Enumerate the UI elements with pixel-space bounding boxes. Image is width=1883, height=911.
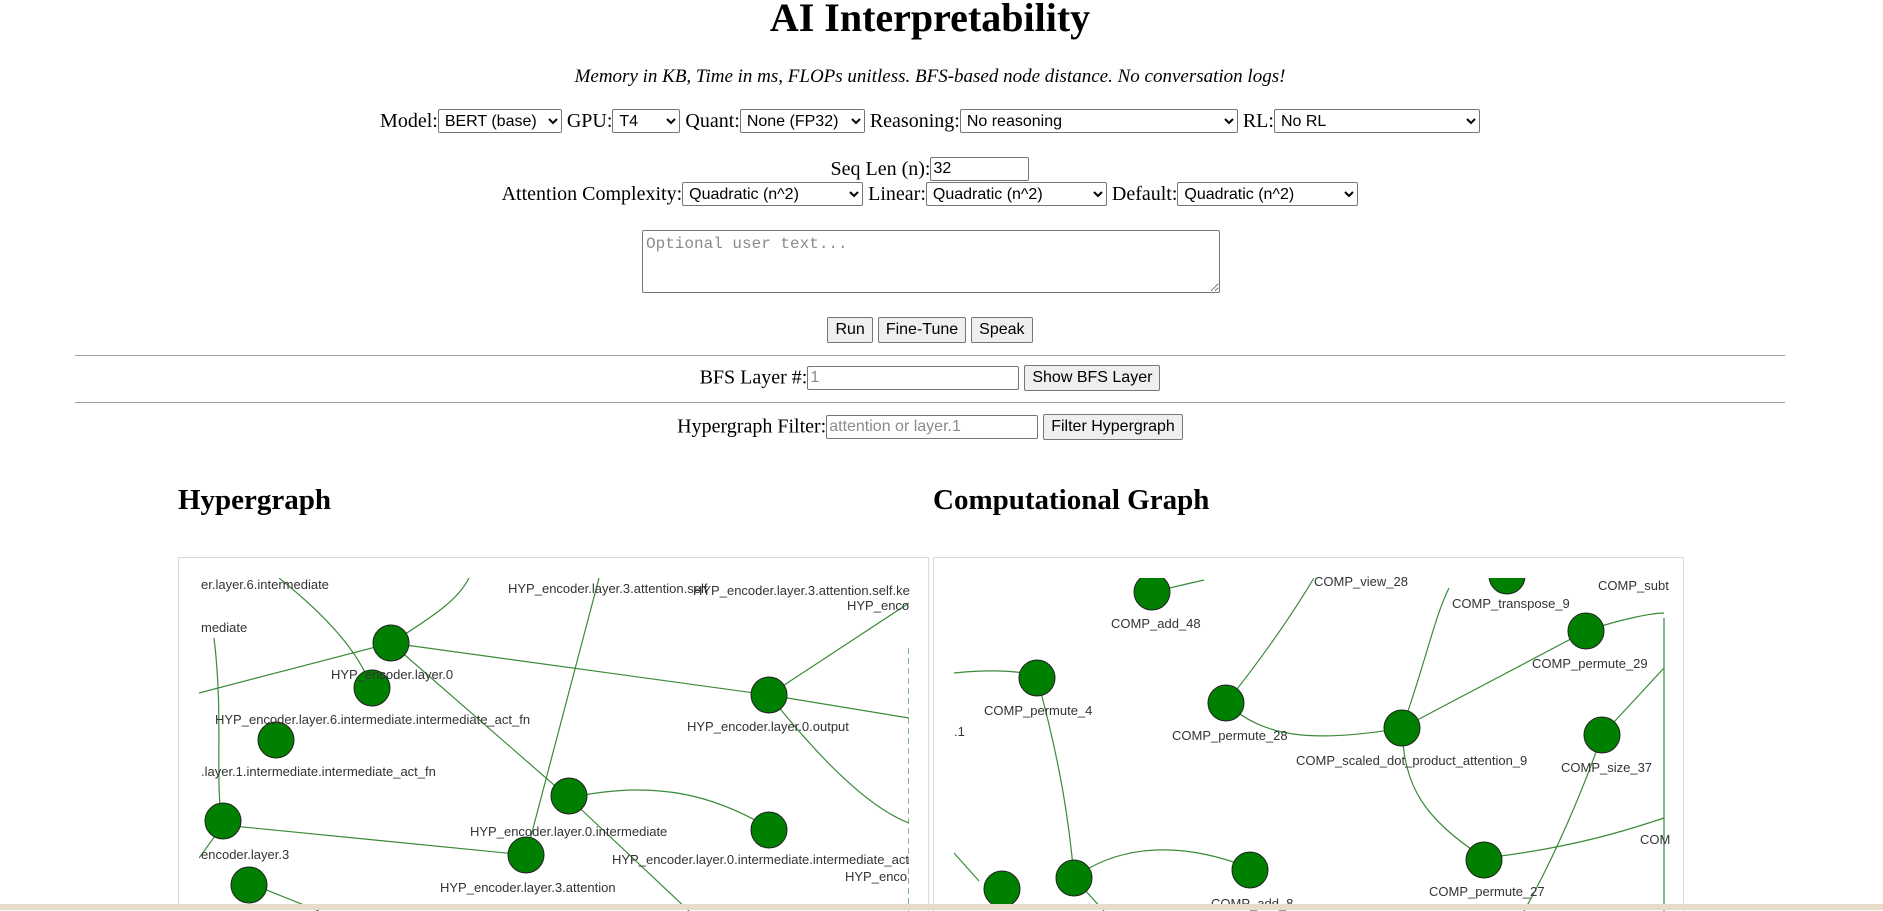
node-label: COMP_scaled_dot_product_attention_9 — [1296, 753, 1527, 768]
hypergraph-node[interactable] — [204, 802, 242, 840]
node-label: COM — [1640, 832, 1670, 847]
node-label: COMP_permute_27 — [1429, 884, 1545, 899]
rl-label: RL: — [1242, 109, 1274, 132]
hypergraph-node[interactable] — [372, 624, 410, 662]
linear-complexity-select[interactable]: Quadratic (n^2) — [925, 182, 1107, 207]
gpu-label: GPU: — [566, 109, 613, 132]
node-label: HYP_encoder.layer.0.intermediate — [470, 824, 667, 839]
hypergraph-node[interactable] — [750, 811, 788, 849]
linear-label: Linear: — [868, 182, 926, 205]
comp-node[interactable] — [1207, 684, 1245, 722]
bfs-row: BFS Layer #: Show BFS Layer — [0, 365, 1860, 391]
page-title: AI Interpretability — [769, 0, 1091, 40]
node-label: encoder.layer.3 — [201, 847, 289, 862]
node-label: COMP_permute_29 — [1532, 656, 1648, 671]
quant-select[interactable]: None (FP32) — [739, 109, 865, 134]
comp-node[interactable] — [983, 870, 1021, 908]
computational-graph-heading: Computational Graph — [933, 484, 1210, 516]
hypergraph-heading: Hypergraph — [178, 484, 332, 516]
bfs-layer-input[interactable] — [807, 366, 1020, 390]
node-label: HYP_enco — [847, 598, 909, 613]
node-label: COMP_permute_28 — [1172, 728, 1288, 743]
node-label: COMP_add_48 — [1111, 616, 1201, 631]
node-label: HYP_encoder.layer.0.intermediate.interme… — [612, 852, 909, 867]
complexity-row: Attention Complexity: Quadratic (n^2) Lin… — [0, 182, 1860, 207]
comp-node[interactable] — [1567, 612, 1605, 650]
node-label: HYP_encoder.layer.3.attention.self.ke — [693, 583, 910, 598]
model-options-row: Model: BERT (base) GPU: T4 Quant: None (FP3… — [0, 109, 1860, 134]
reasoning-select[interactable]: No reasoning — [959, 109, 1238, 134]
comp-node[interactable] — [1055, 859, 1093, 897]
computational-graph-edges — [954, 578, 1665, 911]
reasoning-label: Reasoning: — [869, 109, 960, 132]
divider — [75, 355, 1785, 356]
hypergraph-filter-input[interactable] — [826, 415, 1039, 439]
speak-button[interactable]: Speak — [971, 317, 1033, 343]
filter-hypergraph-button[interactable]: Filter Hypergraph — [1043, 414, 1183, 440]
divider — [75, 402, 1785, 403]
node-label: COMP_transpose_9 — [1452, 596, 1570, 611]
node-label: HYP_encoder.layer.3.attention.self — [508, 581, 708, 596]
node-label: mediate — [201, 620, 247, 635]
run-button[interactable]: Run — [827, 317, 873, 343]
seqlen-row: Seq Len (n): — [0, 157, 1860, 182]
hypergraph-panel[interactable]: er.layer.6.intermediate mediate HYP_enco… — [178, 557, 929, 911]
node-label: HYP_encoder.layer.6.intermediate.interme… — [215, 712, 530, 727]
node-label: HYP_encoder.layer.0 — [331, 667, 453, 682]
fine-tune-button[interactable]: Fine-Tune — [877, 317, 967, 343]
hypergraph-node[interactable] — [257, 721, 295, 759]
hypergraph-canvas[interactable]: er.layer.6.intermediate mediate HYP_enco… — [179, 558, 928, 911]
node-label: COMP_size_37 — [1561, 760, 1652, 775]
node-label: HYP_encoder.layer.0.output — [687, 719, 849, 734]
model-label: Model: — [380, 109, 438, 132]
computational-graph-canvas[interactable]: COMP_add_48 COMP_view_28 COMP_transpose_… — [934, 558, 1683, 911]
seqlen-input[interactable] — [930, 157, 1030, 182]
node-label: COMP_subt — [1598, 578, 1669, 593]
node-label: COMP_permute_4 — [984, 703, 1092, 718]
page-subtitle: Memory in KB, Time in ms, FLOPs unitless… — [574, 66, 1286, 87]
attention-complexity-label: Attention Complexity: — [501, 182, 683, 205]
action-buttons-row: Run Fine-Tune Speak — [0, 317, 1860, 343]
quant-label: Quant: — [685, 109, 740, 132]
user-text-input[interactable] — [642, 230, 1220, 293]
comp-node[interactable] — [1383, 709, 1421, 747]
computational-graph-panel[interactable]: COMP_add_48 COMP_view_28 COMP_transpose_… — [933, 557, 1684, 911]
node-label: .1 — [954, 724, 965, 739]
comp-node[interactable] — [1488, 558, 1526, 595]
default-label: Default: — [1111, 182, 1178, 205]
gpu-select[interactable]: T4 — [612, 109, 681, 134]
rl-select[interactable]: No RL — [1273, 109, 1480, 134]
window-bottom-edge — [0, 904, 1883, 910]
hypergraph-node[interactable] — [550, 777, 588, 815]
attention-complexity-select[interactable]: Quadratic (n^2) — [682, 182, 864, 207]
node-label: HYP_encoder.layer.3.attention — [440, 880, 616, 895]
seqlen-label: Seq Len (n): — [830, 157, 931, 180]
filter-row: Hypergraph Filter: Filter Hypergraph — [0, 414, 1860, 440]
comp-node[interactable] — [1583, 716, 1621, 754]
node-label: HYP_enco — [845, 869, 907, 884]
hypergraph-node[interactable] — [507, 836, 545, 874]
node-label: .layer.1.intermediate.intermediate_act_f… — [201, 764, 436, 779]
node-label: er.layer.6.intermediate — [201, 577, 329, 592]
default-complexity-select[interactable]: Quadratic (n^2) — [1177, 182, 1359, 207]
comp-node[interactable] — [1231, 851, 1269, 889]
bfs-layer-label: BFS Layer #: — [699, 366, 808, 389]
comp-node[interactable] — [1465, 841, 1503, 879]
hypergraph-node[interactable] — [230, 866, 268, 904]
model-select[interactable]: BERT (base) — [437, 109, 562, 134]
comp-node[interactable] — [1018, 659, 1056, 697]
node-label: COMP_view_28 — [1314, 574, 1408, 589]
hypergraph-node[interactable] — [750, 676, 788, 714]
show-bfs-layer-button[interactable]: Show BFS Layer — [1024, 365, 1161, 391]
computational-graph-labels: COMP_add_48 COMP_view_28 COMP_transpose_… — [954, 574, 1670, 911]
comp-node[interactable] — [1133, 574, 1171, 611]
hypergraph-filter-label: Hypergraph Filter: — [677, 415, 827, 438]
